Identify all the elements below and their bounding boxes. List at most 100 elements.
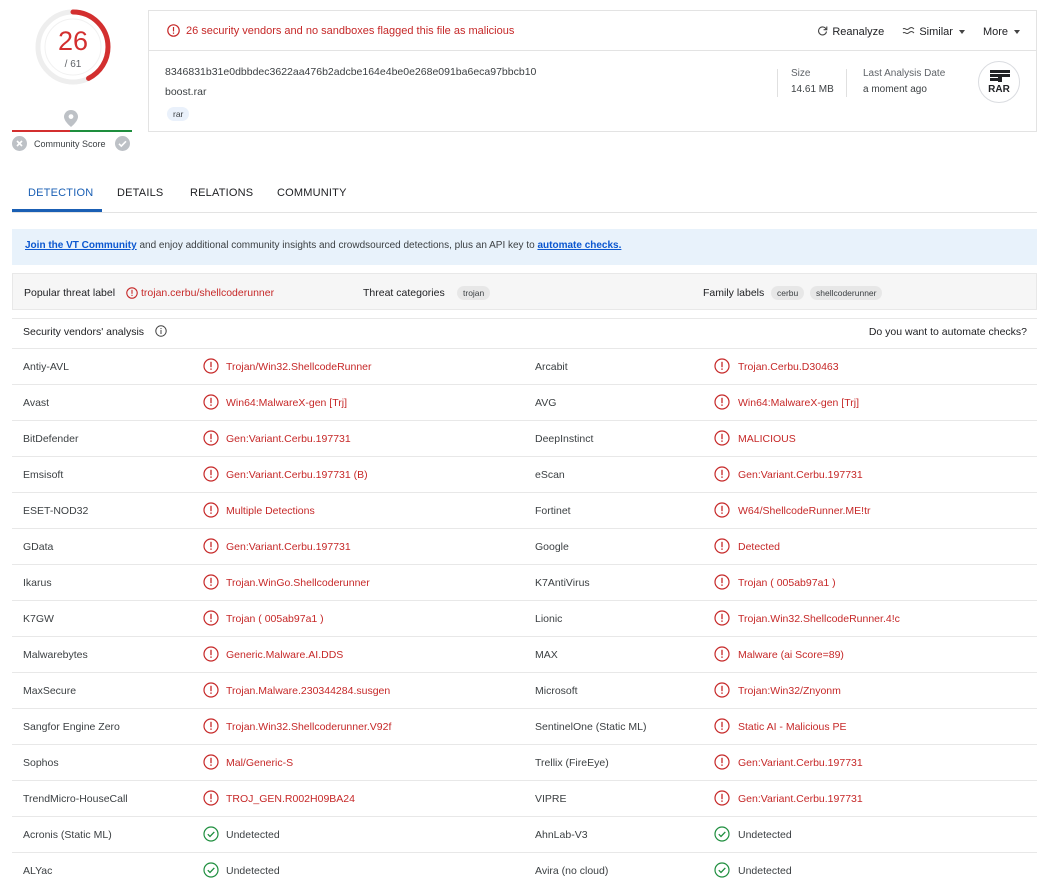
vendor-name: Emsisoft [23,469,64,481]
vendor-result[interactable]: Trojan.WinGo.Shellcoderunner [226,577,370,589]
vendor-result[interactable]: W64/ShellcodeRunner.ME!tr [738,505,870,517]
tab-community[interactable]: COMMUNITY [277,187,347,199]
refresh-icon [817,25,828,39]
popular-threat-value[interactable]: trojan.cerbu/shellcoderunner [141,287,274,299]
table-row: TrendMicro-HouseCall TROJ_GEN.R002H09BA24… [12,780,1037,816]
vendor-result[interactable]: Static AI - Malicious PE [738,721,847,733]
table-row: BitDefender Gen:Variant.Cerbu.197731 DeepI… [12,420,1037,456]
info-icon[interactable] [155,325,167,340]
vendor-result[interactable]: Detected [738,541,780,553]
vendor-name: AVG [535,397,557,409]
archive-icon [990,70,1010,82]
vendors-table: Antiy-AVL Trojan/Win32.ShellcodeRunner Arc… [12,348,1037,886]
last-analysis-value: a moment ago [863,84,927,95]
more-label: More [982,26,1008,38]
vendor-result[interactable]: Trojan.Malware.230344284.susgen [226,685,390,697]
vendor-name: Sophos [23,757,59,769]
tab-details[interactable]: DETAILS [117,187,163,199]
similar-label: Similar [919,26,953,38]
automate-checks-link[interactable]: automate checks. [537,240,621,251]
vendor-name: Malwarebytes [23,649,88,661]
vendor-result[interactable]: Gen:Variant.Cerbu.197731 [738,757,863,769]
alert-circle-icon [203,430,219,449]
check-circle-icon [203,826,219,845]
vendor-name: SentinelOne (Static ML) [535,721,647,733]
threat-category-tag[interactable]: trojan [457,286,491,300]
similar-dropdown[interactable]: Similar [902,24,965,40]
vendor-result[interactable]: Trojan.Win32.Shellcoderunner.V92f [226,721,391,733]
alert-circle-icon [714,718,730,737]
vendor-name: Google [535,541,569,553]
family-tag[interactable]: cerbu [771,286,805,300]
vendor-name: TrendMicro-HouseCall [23,793,128,805]
vendor-name: Lionic [535,613,563,625]
file-hash[interactable]: 8346831b31e0dbbdec3622aa476b2adcbe164e4b… [165,66,536,78]
vendor-result[interactable]: Generic.Malware.AI.DDS [226,649,343,661]
vendor-result[interactable]: MALICIOUS [738,433,796,445]
vote-check-icon[interactable] [115,136,130,151]
file-actions: Reanalyze Similar More [817,24,1020,40]
active-tab-indicator [12,209,102,212]
malicious-alert: 26 security vendors and no sandboxes fla… [149,11,1036,51]
vendor-result[interactable]: Trojan.Cerbu.D30463 [738,361,839,373]
vendor-result[interactable]: Gen:Variant.Cerbu.197731 [226,433,351,445]
check-circle-icon [203,862,219,881]
alert-circle-icon [203,754,219,773]
vendor-name: MAX [535,649,558,661]
reanalyze-button[interactable]: Reanalyze [817,24,884,40]
chevron-down-icon [958,30,965,34]
alert-circle-icon [203,538,219,557]
automate-checks-prompt[interactable]: Do you want to automate checks? [869,326,1027,338]
check-circle-icon [714,862,730,881]
vendor-name: ALYac [23,865,53,877]
table-row: ALYac Undetected Avira (no cloud) Undetecte… [12,852,1037,886]
threat-summary: Popular threat label trojan.cerbu/shellc… [12,273,1037,310]
community-score-row: Community Score [12,135,132,153]
vendor-result[interactable]: Win64:MalwareX-gen [Trj] [226,397,347,409]
file-type-badge: RAR [978,61,1020,103]
vendor-name: K7AntiVirus [535,577,590,589]
table-row: MaxSecure Trojan.Malware.230344284.susgen… [12,672,1037,708]
alert-circle-icon [203,790,219,809]
vendor-name: Ikarus [23,577,52,589]
vote-harmless-icon[interactable] [12,136,27,151]
vendor-name: Avira (no cloud) [535,865,609,877]
table-row: ESET-NOD32 Multiple Detections Fortinet W64… [12,492,1037,528]
vendor-result[interactable]: Gen:Variant.Cerbu.197731 [738,469,863,481]
vendor-result[interactable]: Trojan/Win32.ShellcodeRunner [226,361,372,373]
vendor-result: Undetected [738,865,792,877]
vendor-result[interactable]: Trojan:Win32/Znyonm [738,685,841,697]
table-row: Sophos Mal/Generic-S Trellix (FireEye) Gen:… [12,744,1037,780]
vendor-result[interactable]: Trojan ( 005ab97a1 ) [738,577,836,589]
meta-divider [846,69,847,97]
vendor-name: MaxSecure [23,685,77,697]
join-community-link[interactable]: Join the VT Community [25,240,137,251]
more-dropdown[interactable]: More [983,24,1020,40]
file-type-tag[interactable]: rar [167,107,190,121]
vendor-result[interactable]: Gen:Variant.Cerbu.197731 (B) [226,469,368,481]
tab-detection[interactable]: DETECTION [28,187,93,199]
community-score-bar [12,130,132,132]
vendor-result: Undetected [226,865,280,877]
vendor-name: Microsoft [535,685,578,697]
vendor-result[interactable]: Gen:Variant.Cerbu.197731 [738,793,863,805]
vendor-result[interactable]: TROJ_GEN.R002H09BA24 [226,793,355,805]
vendor-result[interactable]: Trojan ( 005ab97a1 ) [226,613,324,625]
vendor-result[interactable]: Trojan.Win32.ShellcodeRunner.4!c [738,613,900,625]
alert-text: 26 security vendors and no sandboxes fla… [186,25,515,37]
tab-relations[interactable]: RELATIONS [190,187,253,199]
vendor-result[interactable]: Multiple Detections [226,505,315,517]
alert-circle-icon [714,502,730,521]
score-gauge: 26 / 61 [34,8,112,86]
vendor-result[interactable]: Mal/Generic-S [226,757,293,769]
alert-circle-icon [714,790,730,809]
vendor-name: AhnLab-V3 [535,829,588,841]
vendor-result[interactable]: Gen:Variant.Cerbu.197731 [226,541,351,553]
alert-circle-icon [714,610,730,629]
family-tag[interactable]: shellcoderunner [810,286,883,300]
size-label: Size [791,68,811,79]
vendor-result[interactable]: Malware (ai Score=89) [738,649,844,661]
vendor-result: Undetected [738,829,792,841]
table-row: Acronis (Static ML) Undetected AhnLab-V3 Un… [12,816,1037,852]
vendor-result[interactable]: Win64:MalwareX-gen [Trj] [738,397,859,409]
